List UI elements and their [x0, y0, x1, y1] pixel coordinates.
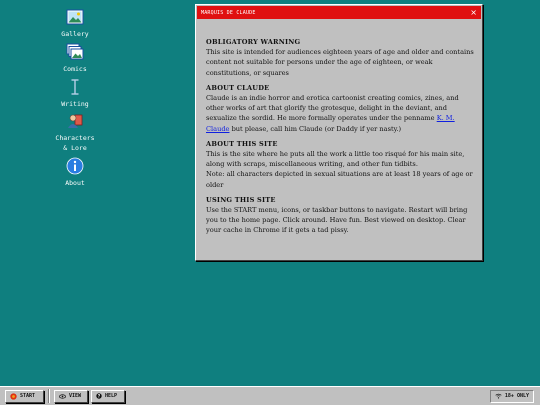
desktop-icon-comics[interactable]: Comics — [40, 43, 110, 74]
desktop-icon-about[interactable]: About — [40, 157, 110, 188]
info-icon — [66, 157, 84, 175]
section-note: Note: all characters depicted in sexual … — [206, 170, 473, 189]
about-window: MARQUIS DE CLAUDE × OBLIGATORY WARNING T… — [195, 4, 483, 261]
desktop-icon-gallery[interactable]: Gallery — [40, 8, 110, 39]
help-button[interactable]: ? HELP — [91, 389, 125, 403]
picture-icon — [66, 9, 84, 25]
tray-label: 18+ ONLY — [504, 393, 529, 399]
section-heading: ABOUT CLAUDE — [206, 83, 270, 92]
desktop-icon-label: Comics — [63, 65, 87, 73]
window-titlebar[interactable]: MARQUIS DE CLAUDE × — [197, 6, 481, 19]
person-book-icon — [68, 114, 83, 128]
window-title: MARQUIS DE CLAUDE — [201, 9, 256, 16]
view-label: VIEW — [69, 393, 82, 399]
section-body: This site is intended for audiences eigh… — [206, 48, 474, 77]
close-icon[interactable]: × — [470, 8, 477, 17]
view-button[interactable]: VIEW — [54, 389, 88, 403]
desktop-icon-label: About — [65, 179, 85, 187]
section-about: ABOUT CLAUDE Claude is an indie horror a… — [206, 83, 478, 134]
section-warning: OBLIGATORY WARNING This site is intended… — [206, 37, 478, 78]
about-text-after: but please, call him Claude (or Daddy if… — [229, 124, 402, 133]
eye-icon — [59, 393, 66, 399]
wifi-icon — [495, 393, 502, 399]
system-tray[interactable]: 18+ ONLY — [489, 389, 534, 403]
section-body: Claude is an indie horror and erotica ca… — [206, 93, 478, 134]
desktop-icon-label: Gallery — [61, 30, 89, 38]
about-text-before: Claude is an indie horror and erotica ca… — [206, 94, 459, 123]
start-logo-icon — [10, 392, 17, 400]
text-cursor-icon — [71, 79, 79, 95]
section-using: USING THIS SITE Use the START menu, icon… — [206, 195, 478, 236]
desktop-icon-label: Writing — [61, 100, 89, 108]
window-content: OBLIGATORY WARNING This site is intended… — [196, 20, 482, 236]
start-button[interactable]: START — [5, 389, 44, 403]
taskbar: START VIEW ? HELP 18+ ONLY — [0, 386, 540, 405]
section-heading: OBLIGATORY WARNING — [206, 38, 301, 46]
stacked-pictures-icon — [66, 43, 84, 60]
section-body: This is the site where he puts all the w… — [206, 150, 465, 169]
taskbar-separator — [48, 389, 50, 403]
help-icon: ? — [96, 393, 102, 399]
desktop-icon-characters-lore[interactable]: Characters & Lore — [40, 112, 110, 153]
section-site: ABOUT THIS SITE This is the site where h… — [206, 139, 478, 190]
help-label: HELP — [105, 393, 118, 399]
desktop-icon-label: Characters & Lore — [55, 134, 95, 152]
desktop-icon-writing[interactable]: Writing — [40, 78, 110, 109]
start-label: START — [20, 393, 36, 399]
section-heading: USING THIS SITE — [206, 195, 276, 204]
section-heading: ABOUT THIS SITE — [206, 139, 278, 148]
section-body: Use the START menu, icons, or taskbar bu… — [206, 206, 468, 235]
